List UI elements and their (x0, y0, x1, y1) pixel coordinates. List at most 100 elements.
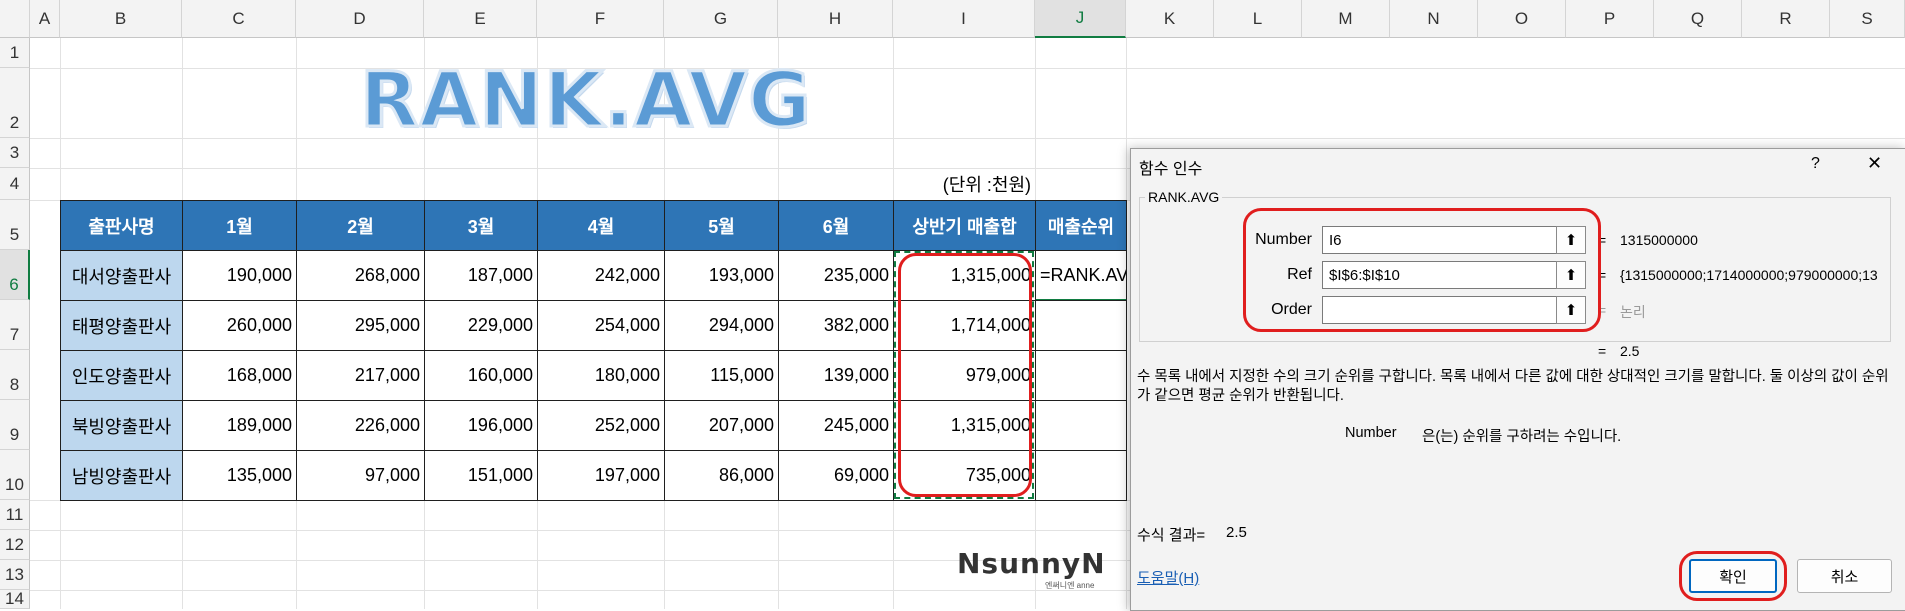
header-jan[interactable]: 1월 (182, 200, 297, 251)
function-description: 수 목록 내에서 지정한 수의 크기 순위를 구합니다. 목록 내에서 다른 값… (1137, 369, 1889, 404)
table-cell[interactable]: 294,000 (664, 300, 779, 351)
row-header-11[interactable]: 11 (0, 500, 30, 530)
column-header-j[interactable]: J (1035, 0, 1126, 38)
result-equals: = (1598, 343, 1607, 359)
function-name: RANK.AVG (1145, 189, 1223, 205)
table-cell[interactable]: 197,000 (537, 450, 665, 501)
arg-result-number: 1315000000 (1620, 232, 1698, 248)
column-header-h[interactable]: H (778, 0, 893, 38)
table-cell[interactable]: 115,000 (664, 350, 779, 401)
table-cell[interactable]: 229,000 (424, 300, 538, 351)
column-header-c[interactable]: C (182, 0, 296, 38)
table-row-name[interactable]: 인도양출판사 (60, 350, 183, 401)
row-header-12[interactable]: 12 (0, 530, 30, 560)
table-cell[interactable]: 207,000 (664, 400, 779, 451)
header-sales-rank[interactable]: 매출순위 (1035, 200, 1127, 251)
table-cell[interactable]: 295,000 (296, 300, 425, 351)
row-header-9[interactable]: 9 (0, 400, 30, 450)
header-jun[interactable]: 6월 (778, 200, 894, 251)
active-cell-formula[interactable]: =RANK.AVG( (1035, 250, 1127, 301)
column-header-a[interactable]: A (30, 0, 60, 38)
row-header-3[interactable]: 3 (0, 138, 30, 168)
table-cell[interactable]: 187,000 (424, 250, 538, 301)
row-header-8[interactable]: 8 (0, 350, 30, 400)
table-cell[interactable]: 245,000 (778, 400, 894, 451)
table-cell[interactable]: 196,000 (424, 400, 538, 451)
table-cell-rank[interactable] (1035, 300, 1127, 351)
table-cell[interactable]: 193,000 (664, 250, 779, 301)
row-header-7[interactable]: 7 (0, 300, 30, 350)
table-cell-rank[interactable] (1035, 450, 1127, 501)
column-header-d[interactable]: D (296, 0, 424, 38)
row-header-1[interactable]: 1 (0, 38, 30, 68)
table-cell[interactable]: 135,000 (182, 450, 297, 501)
table-row-name[interactable]: 북빙양출판사 (60, 400, 183, 451)
table-cell[interactable]: 268,000 (296, 250, 425, 301)
close-icon[interactable]: ✕ (1867, 153, 1882, 174)
column-header-i[interactable]: I (893, 0, 1035, 38)
table-cell[interactable]: 252,000 (537, 400, 665, 451)
table-cell[interactable]: 97,000 (296, 450, 425, 501)
row-header-4[interactable]: 4 (0, 168, 30, 200)
column-header-b[interactable]: B (60, 0, 182, 38)
table-row-name[interactable]: 태평양출판사 (60, 300, 183, 351)
select-all-corner[interactable] (0, 0, 30, 38)
table-cell[interactable]: 180,000 (537, 350, 665, 401)
table-cell[interactable]: 139,000 (778, 350, 894, 401)
table-cell[interactable]: 151,000 (424, 450, 538, 501)
arg-desc-name: Number (1345, 425, 1397, 441)
table-cell[interactable]: 160,000 (424, 350, 538, 401)
brand-watermark: NsunnyN (957, 547, 1106, 580)
help-link[interactable]: 도움말(H) (1137, 567, 1199, 588)
column-header-p[interactable]: P (1566, 0, 1654, 38)
table-cell[interactable]: 226,000 (296, 400, 425, 451)
table-cell[interactable]: 190,000 (182, 250, 297, 301)
table-cell-rank[interactable] (1035, 350, 1127, 401)
table-row-name[interactable]: 대서양출판사 (60, 250, 183, 301)
column-header-o[interactable]: O (1478, 0, 1566, 38)
table-cell[interactable]: 86,000 (664, 450, 779, 501)
row-header-14[interactable]: 14 (0, 589, 30, 609)
header-feb[interactable]: 2월 (296, 200, 425, 251)
table-cell[interactable]: 382,000 (778, 300, 894, 351)
table-row-name[interactable]: 남빙양출판사 (60, 450, 183, 501)
table-cell[interactable]: 217,000 (296, 350, 425, 401)
arg-result-ref: {1315000000;1714000000;979000000;13 (1620, 267, 1878, 283)
column-header-r[interactable]: R (1742, 0, 1830, 38)
table-cell[interactable]: 260,000 (182, 300, 297, 351)
table-cell[interactable]: 254,000 (537, 300, 665, 351)
arg-desc-text: 은(는) 순위를 구하려는 수입니다. (1422, 429, 1622, 445)
table-cell[interactable]: 69,000 (778, 450, 894, 501)
column-header-f[interactable]: F (537, 0, 664, 38)
gridline (30, 138, 1905, 139)
function-result: 2.5 (1620, 343, 1640, 359)
table-cell-rank[interactable] (1035, 400, 1127, 451)
gridline (30, 68, 1905, 69)
table-cell[interactable]: 242,000 (537, 250, 665, 301)
row-header-10[interactable]: 10 (0, 450, 30, 500)
table-cell[interactable]: 168,000 (182, 350, 297, 401)
header-apr[interactable]: 4월 (537, 200, 665, 251)
column-header-g[interactable]: G (664, 0, 778, 38)
column-header-l[interactable]: L (1214, 0, 1302, 38)
column-header-k[interactable]: K (1126, 0, 1214, 38)
table-cell[interactable]: 235,000 (778, 250, 894, 301)
column-header-n[interactable]: N (1390, 0, 1478, 38)
help-icon[interactable]: ? (1811, 155, 1820, 173)
header-mar[interactable]: 3월 (424, 200, 538, 251)
table-cell[interactable]: 189,000 (182, 400, 297, 451)
row-header-2[interactable]: 2 (0, 68, 30, 138)
formula-result-value: 2.5 (1226, 524, 1247, 541)
column-header-q[interactable]: Q (1654, 0, 1742, 38)
column-header-m[interactable]: M (1302, 0, 1390, 38)
row-header-6[interactable]: 6 (0, 250, 30, 300)
header-publisher[interactable]: 출판사명 (60, 200, 183, 251)
column-header-e[interactable]: E (424, 0, 537, 38)
brand-watermark-sub: 엔써니엔 anne (1045, 581, 1095, 590)
header-may[interactable]: 5월 (664, 200, 779, 251)
cancel-button[interactable]: 취소 (1797, 559, 1892, 593)
row-header-5[interactable]: 5 (0, 200, 30, 250)
row-header-13[interactable]: 13 (0, 560, 30, 590)
header-h1-sales[interactable]: 상반기 매출합 (893, 200, 1036, 251)
column-header-s[interactable]: S (1830, 0, 1905, 38)
